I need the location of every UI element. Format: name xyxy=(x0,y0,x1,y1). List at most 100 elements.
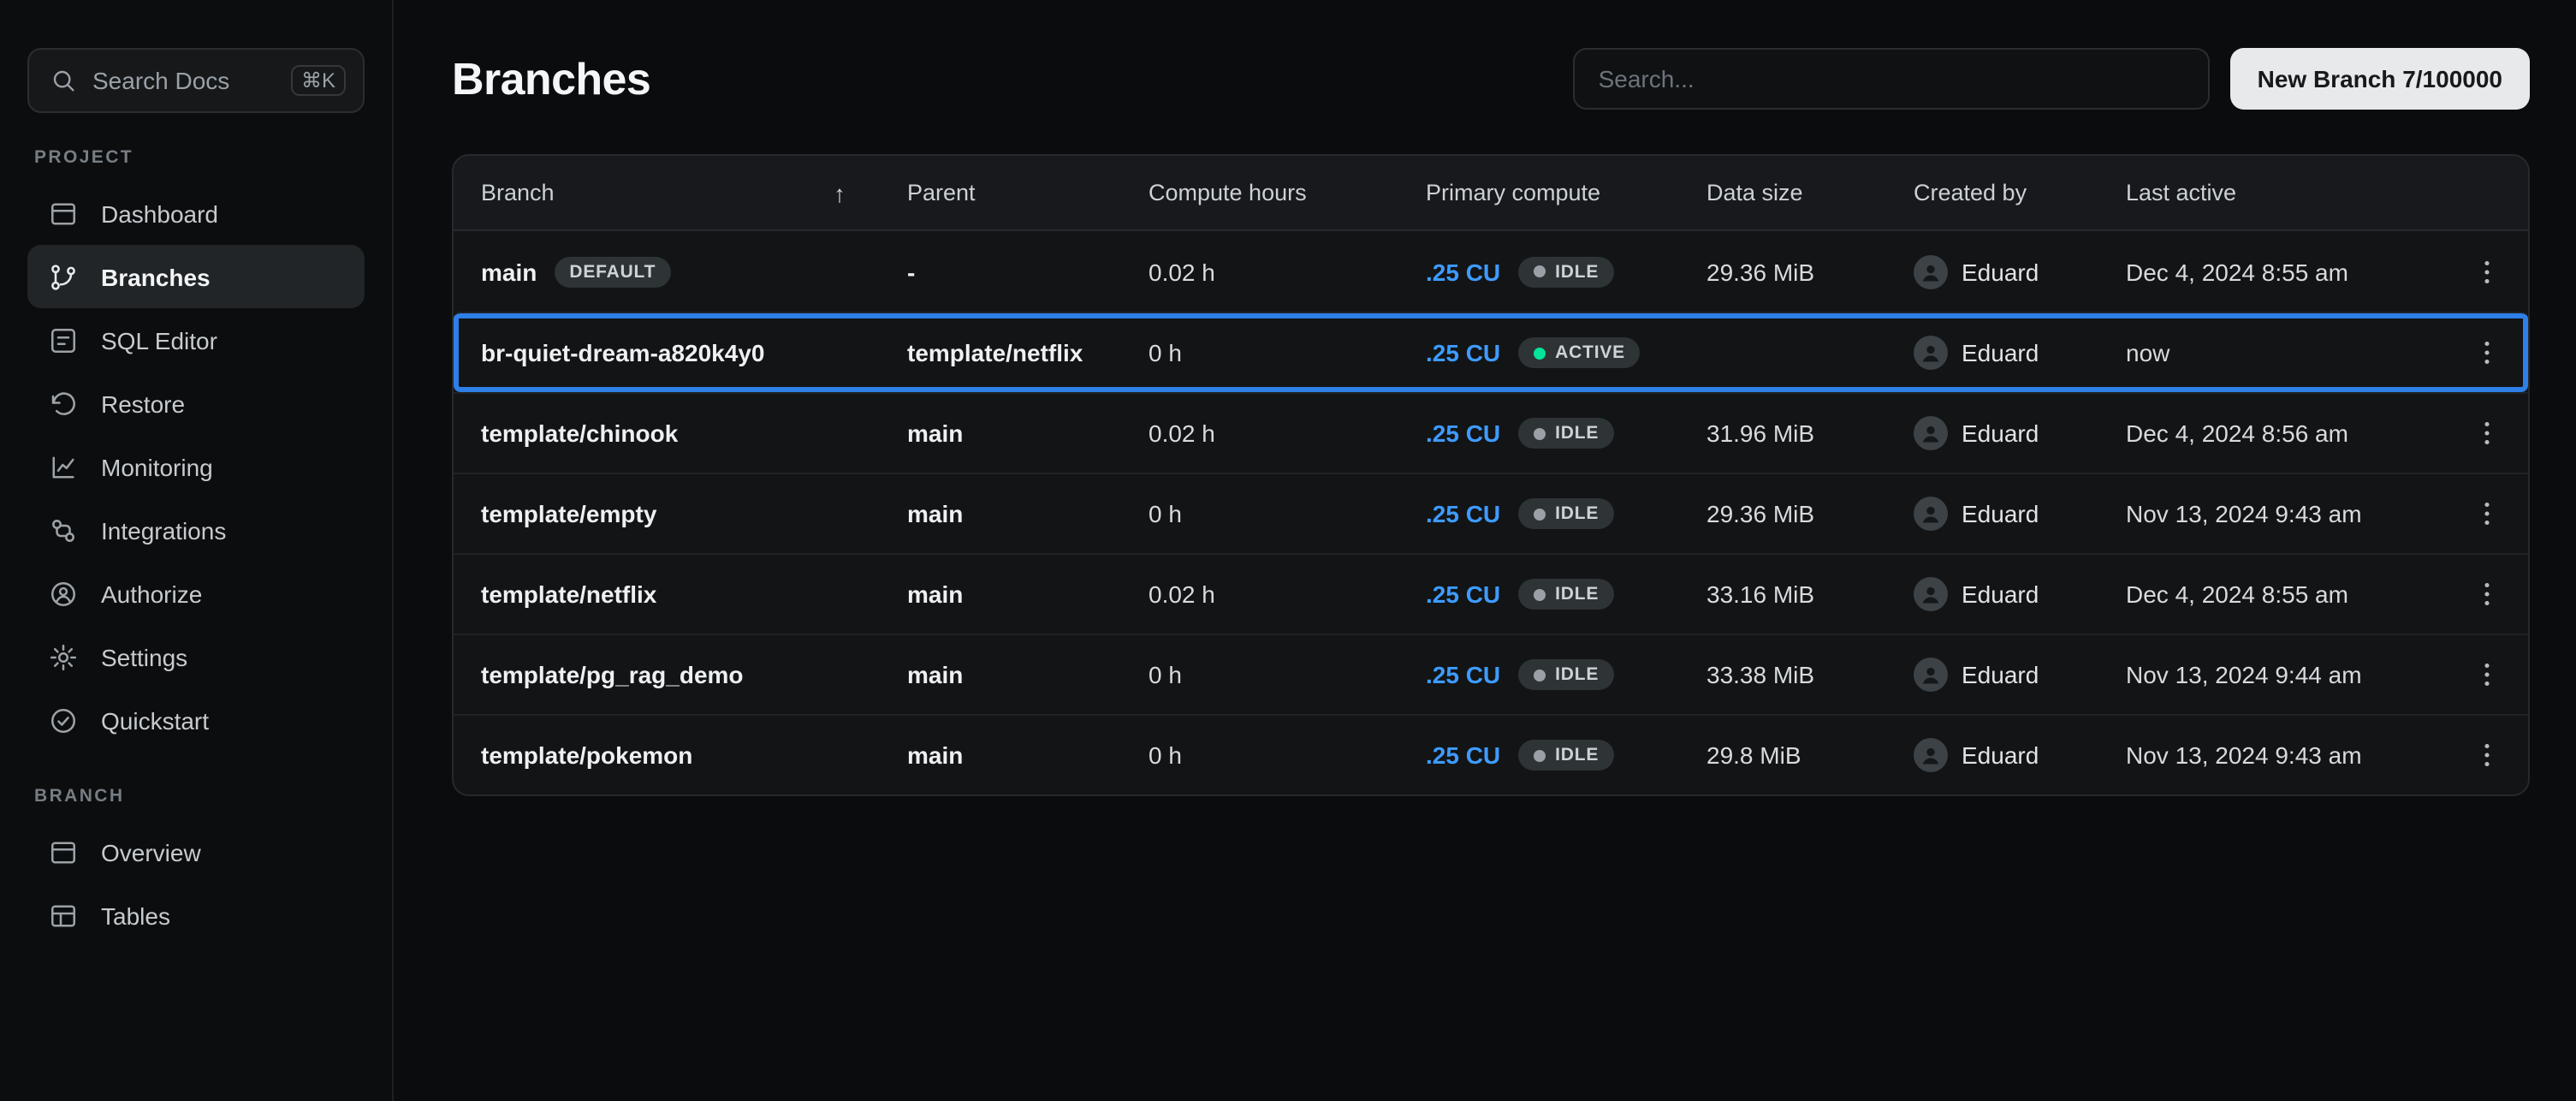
column-header-last-active[interactable]: Last active xyxy=(2126,180,2453,205)
status-dot xyxy=(1533,669,1545,681)
creator-name: Eduard xyxy=(1962,420,2039,447)
branch-nav: Overview Tables xyxy=(27,820,365,947)
status-badge: IDLE xyxy=(1517,498,1614,529)
app-window: Search Docs ⌘K PROJECT Dashboard Branche… xyxy=(0,0,2576,1101)
status-dot xyxy=(1533,508,1545,520)
parent-cell: main xyxy=(907,661,1149,688)
row-menu-button[interactable] xyxy=(2463,570,2511,618)
branch-cell: br-quiet-dream-a820k4y0 xyxy=(481,339,907,366)
status-label: IDLE xyxy=(1555,503,1599,524)
avatar xyxy=(1914,577,1948,611)
branches-table: Branch ↑ Parent Compute hours Primary co… xyxy=(452,154,2530,796)
compute-hours-cell: 0.02 h xyxy=(1149,420,1426,447)
table-row[interactable]: template/empty main 0 h .25 CU IDLE xyxy=(454,473,2528,553)
column-header-data-size[interactable]: Data size xyxy=(1706,180,1914,205)
integrations-icon xyxy=(48,515,79,545)
table-row[interactable]: template/chinook main 0.02 h .25 CU IDLE xyxy=(454,392,2528,473)
table-row[interactable]: template/netflix main 0.02 h .25 CU IDLE xyxy=(454,553,2528,634)
primary-compute-cell: .25 CU IDLE xyxy=(1426,256,1706,287)
creator-name: Eduard xyxy=(1962,580,2039,608)
kebab-menu-icon xyxy=(2472,740,2502,771)
row-menu-button[interactable] xyxy=(2463,490,2511,538)
sidebar-item-dashboard[interactable]: Dashboard xyxy=(27,182,365,245)
column-header-parent[interactable]: Parent xyxy=(907,180,1149,205)
page-title: Branches xyxy=(452,52,650,105)
compute-size: .25 CU xyxy=(1426,741,1500,769)
row-actions-cell xyxy=(2453,731,2528,779)
sidebar-item-authorize[interactable]: Authorize xyxy=(27,562,365,625)
parent-cell: main xyxy=(907,500,1149,527)
table-row[interactable]: main DEFAULT - 0.02 h .25 CU IDLE xyxy=(454,231,2528,312)
sidebar-item-overview[interactable]: Overview xyxy=(27,820,365,884)
compute-hours-cell: 0.02 h xyxy=(1149,258,1426,285)
kebab-menu-icon xyxy=(2472,256,2502,287)
sidebar-item-restore[interactable]: Restore xyxy=(27,372,365,435)
table-row[interactable]: br-quiet-dream-a820k4y0 template/netflix… xyxy=(454,312,2528,392)
column-header-created-by[interactable]: Created by xyxy=(1914,180,2126,205)
created-by-cell: Eduard xyxy=(1914,416,2126,450)
kebab-menu-icon xyxy=(2472,418,2502,449)
column-header-primary-compute[interactable]: Primary compute xyxy=(1426,180,1706,205)
sidebar-item-branches[interactable]: Branches xyxy=(27,245,365,308)
project-section-label: PROJECT xyxy=(34,147,365,168)
data-size-cell: 29.8 MiB xyxy=(1706,741,1914,769)
sidebar-item-label: Dashboard xyxy=(101,199,218,227)
sidebar-item-label: Quickstart xyxy=(101,706,209,734)
sidebar-item-label: Restore xyxy=(101,390,185,417)
table-row[interactable]: template/pg_rag_demo main 0 h .25 CU IDL… xyxy=(454,634,2528,714)
created-by-cell: Eduard xyxy=(1914,738,2126,772)
project-nav: Dashboard Branches SQL Editor Restore Mo… xyxy=(27,182,365,752)
branch-name: template/pg_rag_demo xyxy=(481,661,744,688)
compute-hours-cell: 0 h xyxy=(1149,339,1426,366)
status-label: IDLE xyxy=(1555,584,1599,604)
sort-ascending-icon: ↑ xyxy=(834,179,846,206)
sidebar-item-sql-editor[interactable]: SQL Editor xyxy=(27,308,365,372)
parent-cell: - xyxy=(907,258,1149,285)
sidebar-item-tables[interactable]: Tables xyxy=(27,884,365,947)
avatar xyxy=(1914,497,1948,531)
sidebar-item-label: Overview xyxy=(101,838,201,866)
search-docs-label: Search Docs xyxy=(92,67,229,94)
primary-compute-cell: .25 CU IDLE xyxy=(1426,740,1706,771)
monitoring-icon xyxy=(48,451,79,482)
last-active-cell: Dec 4, 2024 8:56 am xyxy=(2126,420,2453,447)
sidebar-item-integrations[interactable]: Integrations xyxy=(27,498,365,562)
status-badge: IDLE xyxy=(1517,579,1614,610)
compute-hours-cell: 0 h xyxy=(1149,500,1426,527)
sidebar-item-label: Tables xyxy=(101,902,170,929)
creator-name: Eduard xyxy=(1962,661,2039,688)
parent-cell: template/netflix xyxy=(907,339,1149,366)
column-header-compute-hours[interactable]: Compute hours xyxy=(1149,180,1426,205)
creator-name: Eduard xyxy=(1962,258,2039,285)
sidebar-item-quickstart[interactable]: Quickstart xyxy=(27,688,365,752)
table-row[interactable]: template/pokemon main 0 h .25 CU IDLE xyxy=(454,714,2528,795)
sidebar-item-settings[interactable]: Settings xyxy=(27,625,365,688)
search-docs-button[interactable]: Search Docs ⌘K xyxy=(27,48,365,113)
created-by-cell: Eduard xyxy=(1914,497,2126,531)
row-menu-button[interactable] xyxy=(2463,731,2511,779)
row-actions-cell xyxy=(2453,329,2528,377)
sidebar-item-monitoring[interactable]: Monitoring xyxy=(27,435,365,498)
compute-size: .25 CU xyxy=(1426,420,1500,447)
column-header-branch[interactable]: Branch ↑ xyxy=(481,179,907,206)
parent-cell: main xyxy=(907,580,1149,608)
row-menu-button[interactable] xyxy=(2463,247,2511,295)
new-branch-button[interactable]: New Branch 7/100000 xyxy=(2230,48,2530,110)
last-active-cell: Nov 13, 2024 9:44 am xyxy=(2126,661,2453,688)
row-menu-button[interactable] xyxy=(2463,329,2511,377)
avatar xyxy=(1914,658,1948,692)
branch-name: template/pokemon xyxy=(481,741,692,769)
last-active-cell: Dec 4, 2024 8:55 am xyxy=(2126,580,2453,608)
row-menu-button[interactable] xyxy=(2463,409,2511,457)
row-menu-button[interactable] xyxy=(2463,651,2511,699)
search-icon xyxy=(50,67,77,94)
compute-size: .25 CU xyxy=(1426,258,1500,285)
status-badge: IDLE xyxy=(1517,418,1614,449)
created-by-cell: Eduard xyxy=(1914,658,2126,692)
data-size-cell: 33.16 MiB xyxy=(1706,580,1914,608)
restore-icon xyxy=(48,388,79,419)
created-by-cell: Eduard xyxy=(1914,254,2126,289)
branches-search-input[interactable] xyxy=(1573,48,2210,110)
status-label: IDLE xyxy=(1555,664,1599,685)
compute-hours-cell: 0.02 h xyxy=(1149,580,1426,608)
